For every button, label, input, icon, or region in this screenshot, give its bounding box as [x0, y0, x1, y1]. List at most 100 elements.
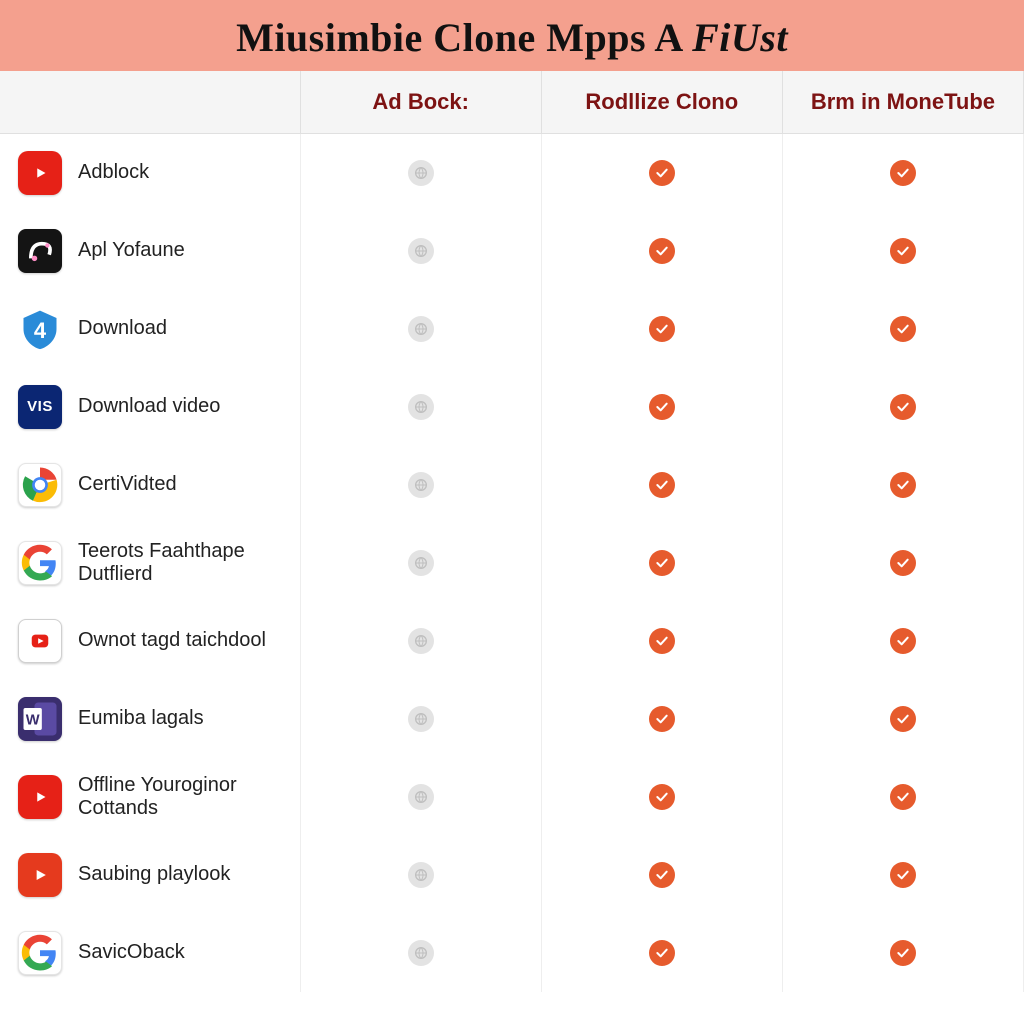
- app-name: Download video: [78, 395, 220, 418]
- app-name: Download: [78, 317, 167, 340]
- cell-monetube: [782, 758, 1023, 836]
- cell-monetube: [782, 134, 1023, 212]
- app-cell: 4 Download: [0, 290, 300, 368]
- comparison-table: Ad Bock: Rodllize Clono Brm in MoneTube …: [0, 71, 1024, 992]
- check-icon: [649, 238, 675, 264]
- app-name: CertiVidted: [78, 473, 177, 496]
- globe-icon: [408, 238, 434, 264]
- app-cell: VIS Download video: [0, 368, 300, 446]
- page-banner: Miusimbie Clone Mpps A FiUst: [0, 0, 1024, 71]
- app-wrap: VIS Download video: [18, 385, 290, 429]
- cell-rodllize: [541, 524, 782, 602]
- google-icon: [18, 541, 62, 585]
- table-row: W Eumiba lagals: [0, 680, 1024, 758]
- app-wrap: Adblock: [18, 151, 290, 195]
- check-icon: [649, 862, 675, 888]
- cell-adbock: [300, 524, 541, 602]
- app-cell: Adblock: [0, 134, 300, 212]
- check-icon: [890, 238, 916, 264]
- table-row: Adblock: [0, 134, 1024, 212]
- table-row: 4 Download: [0, 290, 1024, 368]
- cell-monetube: [782, 914, 1023, 992]
- cell-rodllize: [541, 446, 782, 524]
- cell-rodllize: [541, 914, 782, 992]
- svg-text:W: W: [26, 712, 40, 728]
- app-cell: CertiVidted: [0, 446, 300, 524]
- cell-rodllize: [541, 290, 782, 368]
- globe-icon: [408, 550, 434, 576]
- check-icon: [649, 940, 675, 966]
- app-name: Ownot tagd taichdool: [78, 629, 266, 652]
- table-body: Adblock Apl Yofaune 4 Download VIS: [0, 134, 1024, 992]
- app-cell: Ownot tagd taichdool: [0, 602, 300, 680]
- app-name: Apl Yofaune: [78, 239, 185, 262]
- globe-icon: [408, 316, 434, 342]
- app-name: Adblock: [78, 161, 149, 184]
- check-icon: [649, 472, 675, 498]
- check-icon: [890, 706, 916, 732]
- app-wrap: Ownot tagd taichdool: [18, 619, 290, 663]
- globe-icon: [408, 706, 434, 732]
- cell-rodllize: [541, 134, 782, 212]
- cell-adbock: [300, 602, 541, 680]
- check-icon: [890, 472, 916, 498]
- check-icon: [890, 628, 916, 654]
- title-italic: FiUst: [692, 15, 788, 60]
- play-icon: [18, 853, 62, 897]
- shield-icon: 4: [18, 307, 62, 351]
- check-icon: [890, 550, 916, 576]
- cell-adbock: [300, 368, 541, 446]
- cell-adbock: [300, 134, 541, 212]
- globe-icon: [408, 394, 434, 420]
- title-text: Miusimbie Clone Mpps A: [236, 15, 692, 60]
- table-row: Apl Yofaune: [0, 212, 1024, 290]
- table-row: Offline Youroginor Cottands: [0, 758, 1024, 836]
- check-icon: [649, 394, 675, 420]
- dark-app-icon: [18, 229, 62, 273]
- youtube-icon: [18, 151, 62, 195]
- app-name: Offline Youroginor Cottands: [78, 774, 290, 820]
- cell-adbock: [300, 758, 541, 836]
- app-wrap: Apl Yofaune: [18, 229, 290, 273]
- table-row: Saubing playlook: [0, 836, 1024, 914]
- google-icon: [18, 931, 62, 975]
- check-icon: [890, 940, 916, 966]
- check-icon: [649, 316, 675, 342]
- youtube-outline-icon: [18, 619, 62, 663]
- app-wrap: Offline Youroginor Cottands: [18, 774, 290, 820]
- app-cell: W Eumiba lagals: [0, 680, 300, 758]
- globe-icon: [408, 940, 434, 966]
- check-icon: [890, 160, 916, 186]
- app-wrap: CertiVidted: [18, 463, 290, 507]
- cell-adbock: [300, 446, 541, 524]
- table-row: CertiVidted: [0, 446, 1024, 524]
- col-header-app: [0, 71, 300, 134]
- app-cell: Teerots Faahthape Dutflierd: [0, 524, 300, 602]
- cell-adbock: [300, 212, 541, 290]
- check-icon: [649, 628, 675, 654]
- svg-text:4: 4: [34, 318, 47, 343]
- app-wrap: 4 Download: [18, 307, 290, 351]
- app-name: SavicOback: [78, 941, 185, 964]
- app-wrap: Saubing playlook: [18, 853, 290, 897]
- cell-rodllize: [541, 602, 782, 680]
- cell-monetube: [782, 446, 1023, 524]
- app-cell: Offline Youroginor Cottands: [0, 758, 300, 836]
- youtube-icon: [18, 775, 62, 819]
- table-row: SavicOback: [0, 914, 1024, 992]
- check-icon: [649, 160, 675, 186]
- chrome-icon: [18, 463, 62, 507]
- check-icon: [890, 862, 916, 888]
- app-cell: SavicOback: [0, 914, 300, 992]
- table-row: Teerots Faahthape Dutflierd: [0, 524, 1024, 602]
- cell-adbock: [300, 680, 541, 758]
- globe-icon: [408, 628, 434, 654]
- globe-icon: [408, 784, 434, 810]
- col-header-monetube: Brm in MoneTube: [782, 71, 1023, 134]
- globe-icon: [408, 472, 434, 498]
- check-icon: [890, 316, 916, 342]
- app-name: Eumiba lagals: [78, 707, 204, 730]
- app-wrap: SavicOback: [18, 931, 290, 975]
- word-icon: W: [18, 697, 62, 741]
- table-row: VIS Download video: [0, 368, 1024, 446]
